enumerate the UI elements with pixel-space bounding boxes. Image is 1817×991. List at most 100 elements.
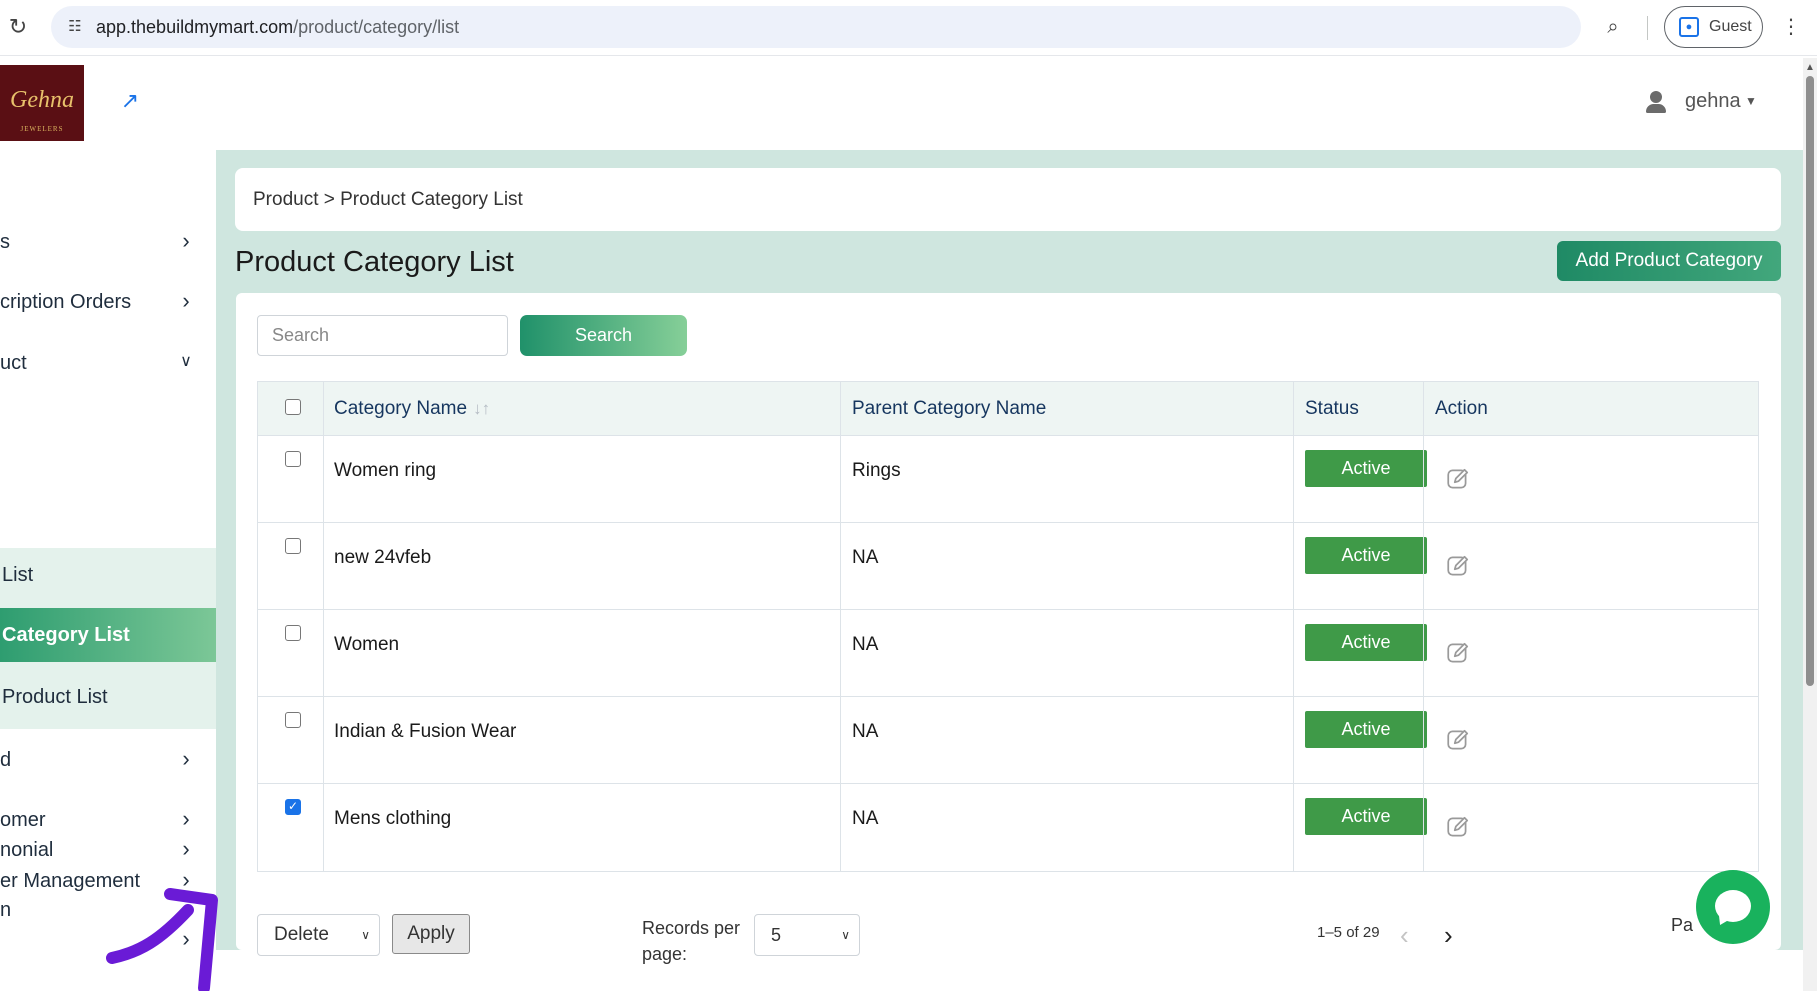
submenu-item-category-list[interactable]: Category List bbox=[0, 608, 216, 662]
submenu-item-list[interactable]: List bbox=[0, 548, 216, 602]
search-tab-icon[interactable]: ⌕ bbox=[1598, 12, 1628, 42]
sidebar-item-label: uct bbox=[0, 352, 27, 374]
site-settings-icon[interactable]: ☷ bbox=[63, 15, 87, 39]
sidebar-item-1[interactable]: s › bbox=[0, 212, 216, 272]
sidebar-item-label: d bbox=[0, 749, 12, 771]
parent-category-name: NA bbox=[852, 721, 879, 742]
sidebar-item-testimonial[interactable]: nonial › bbox=[0, 820, 216, 880]
apply-button[interactable]: Apply bbox=[392, 914, 470, 954]
status-badge[interactable]: Active bbox=[1305, 624, 1427, 661]
status-badge[interactable]: Active bbox=[1305, 798, 1427, 835]
chevron-right-icon: › bbox=[182, 288, 190, 313]
toolbar-divider bbox=[1647, 16, 1648, 40]
sort-icon[interactable]: ↓↑ bbox=[473, 399, 490, 418]
search-input[interactable]: Search bbox=[257, 315, 508, 356]
sidebar-item-subscription-orders[interactable]: cription Orders › bbox=[0, 272, 216, 332]
table-header: Category Name ↓↑ Parent Category Name Sta… bbox=[258, 382, 1758, 436]
caret-down-icon: ▼ bbox=[1745, 94, 1757, 108]
profile-button[interactable]: ● Guest bbox=[1664, 6, 1763, 48]
pagination-range: 1–5 of 29 bbox=[1317, 924, 1380, 941]
status-badge[interactable]: Active bbox=[1305, 537, 1427, 574]
records-per-page-label: Records per page: bbox=[642, 918, 741, 964]
category-name: Indian & Fusion Wear bbox=[334, 721, 517, 742]
edit-icon[interactable] bbox=[1445, 727, 1471, 753]
edit-icon[interactable] bbox=[1445, 814, 1471, 840]
user-name: gehna bbox=[1685, 90, 1741, 112]
bulk-action-value: Delete bbox=[274, 924, 329, 945]
submenu-item-product-list[interactable]: Product List bbox=[0, 670, 216, 724]
column-label: Category Name bbox=[334, 398, 468, 419]
sidebar-item-product[interactable]: uct ∨ bbox=[0, 333, 216, 393]
scroll-up-icon[interactable]: ▲ bbox=[1805, 62, 1815, 73]
row-checkbox[interactable] bbox=[285, 451, 301, 467]
chevron-right-icon: › bbox=[182, 836, 190, 861]
add-product-category-button[interactable]: Add Product Category bbox=[1557, 241, 1781, 281]
parent-category-name: NA bbox=[852, 808, 879, 829]
chevron-right-icon: › bbox=[182, 228, 190, 253]
url-text[interactable]: app.thebuildmymart.com/product/category/… bbox=[96, 6, 459, 48]
chevron-down-icon: ∨ bbox=[180, 353, 192, 370]
row-checkbox-checked[interactable]: ✓ bbox=[285, 799, 301, 815]
category-name: Mens clothing bbox=[334, 808, 452, 829]
column-status: Status bbox=[1305, 398, 1359, 419]
category-name: Women ring bbox=[334, 460, 437, 481]
parent-category-name: NA bbox=[852, 634, 879, 655]
submenu-item-label: Category List bbox=[2, 624, 130, 646]
logo-subtext: JEWELERS bbox=[20, 125, 64, 133]
records-per-page-select[interactable]: 5 ∨ bbox=[754, 914, 860, 956]
product-submenu: List Category List Product List bbox=[0, 548, 216, 729]
category-table: Category Name ↓↑ Parent Category Name Sta… bbox=[257, 381, 1759, 872]
sidebar-item-label: s bbox=[0, 231, 10, 253]
breadcrumb: Product > Product Category List bbox=[235, 168, 1781, 231]
sidebar-item-label: cription Orders bbox=[0, 291, 132, 313]
select-all-checkbox[interactable] bbox=[285, 399, 301, 415]
chevron-right-icon[interactable]: › bbox=[1444, 920, 1453, 951]
edit-icon[interactable] bbox=[1445, 466, 1471, 492]
category-name: Women bbox=[334, 634, 400, 655]
row-checkbox[interactable] bbox=[285, 625, 301, 641]
page-scrollbar[interactable]: ▲ bbox=[1803, 58, 1817, 991]
more-menu-icon[interactable]: ⋮ bbox=[1776, 12, 1806, 42]
annotation-arrow-icon bbox=[106, 888, 218, 991]
bulk-action-select[interactable]: Delete ∨ bbox=[257, 914, 380, 956]
category-name: new 24vfeb bbox=[334, 547, 432, 568]
external-link-icon[interactable]: ↗ bbox=[117, 88, 143, 114]
logo-text: Gehna bbox=[10, 87, 74, 113]
profile-icon: ● bbox=[1679, 17, 1699, 37]
column-category-name[interactable]: Category Name ↓↑ bbox=[334, 382, 490, 436]
reload-icon[interactable]: ↻ bbox=[6, 12, 30, 42]
chevron-right-icon: › bbox=[182, 746, 190, 771]
browser-toolbar: ↻ ☷ app.thebuildmymart.com/product/categ… bbox=[0, 0, 1817, 56]
brand-logo[interactable]: Gehna JEWELERS bbox=[0, 65, 84, 141]
chat-widget-button[interactable] bbox=[1696, 870, 1770, 944]
table-row: Women NA Active bbox=[258, 610, 1758, 697]
table-row: ✓ Mens clothing NA Active bbox=[258, 784, 1758, 871]
search-button[interactable]: Search bbox=[520, 315, 687, 356]
submenu-item-label: Product List bbox=[2, 686, 108, 708]
scroll-thumb[interactable] bbox=[1806, 76, 1814, 686]
parent-category-name: NA bbox=[852, 547, 879, 568]
row-checkbox[interactable] bbox=[285, 712, 301, 728]
breadcrumb-text: Product > Product Category List bbox=[253, 189, 523, 210]
chevron-down-icon: ∨ bbox=[841, 928, 850, 942]
user-icon bbox=[1645, 91, 1667, 113]
chevron-left-icon[interactable]: ‹ bbox=[1400, 920, 1409, 951]
sidebar-item-4[interactable]: d › bbox=[0, 730, 216, 790]
chevron-down-icon: ∨ bbox=[361, 928, 370, 942]
status-badge[interactable]: Active bbox=[1305, 711, 1427, 748]
sidebar-item-label: n bbox=[0, 899, 12, 921]
table-row: new 24vfeb NA Active bbox=[258, 523, 1758, 610]
page-label: Pa bbox=[1671, 915, 1694, 935]
main-content: Product > Product Category List Product … bbox=[216, 150, 1803, 964]
profile-label: Guest bbox=[1709, 18, 1752, 35]
edit-icon[interactable] bbox=[1445, 640, 1471, 666]
status-badge[interactable]: Active bbox=[1305, 450, 1427, 487]
row-checkbox[interactable] bbox=[285, 538, 301, 554]
edit-icon[interactable] bbox=[1445, 553, 1471, 579]
url-path: /product/category/list bbox=[293, 17, 460, 37]
records-per-page-value: 5 bbox=[771, 925, 782, 945]
column-action: Action bbox=[1435, 398, 1488, 419]
submenu-item-label: List bbox=[2, 564, 34, 586]
address-bar[interactable]: ☷ app.thebuildmymart.com/product/categor… bbox=[51, 6, 1581, 48]
list-panel: Search Search Category Name ↓↑ Parent Cat… bbox=[236, 293, 1781, 964]
